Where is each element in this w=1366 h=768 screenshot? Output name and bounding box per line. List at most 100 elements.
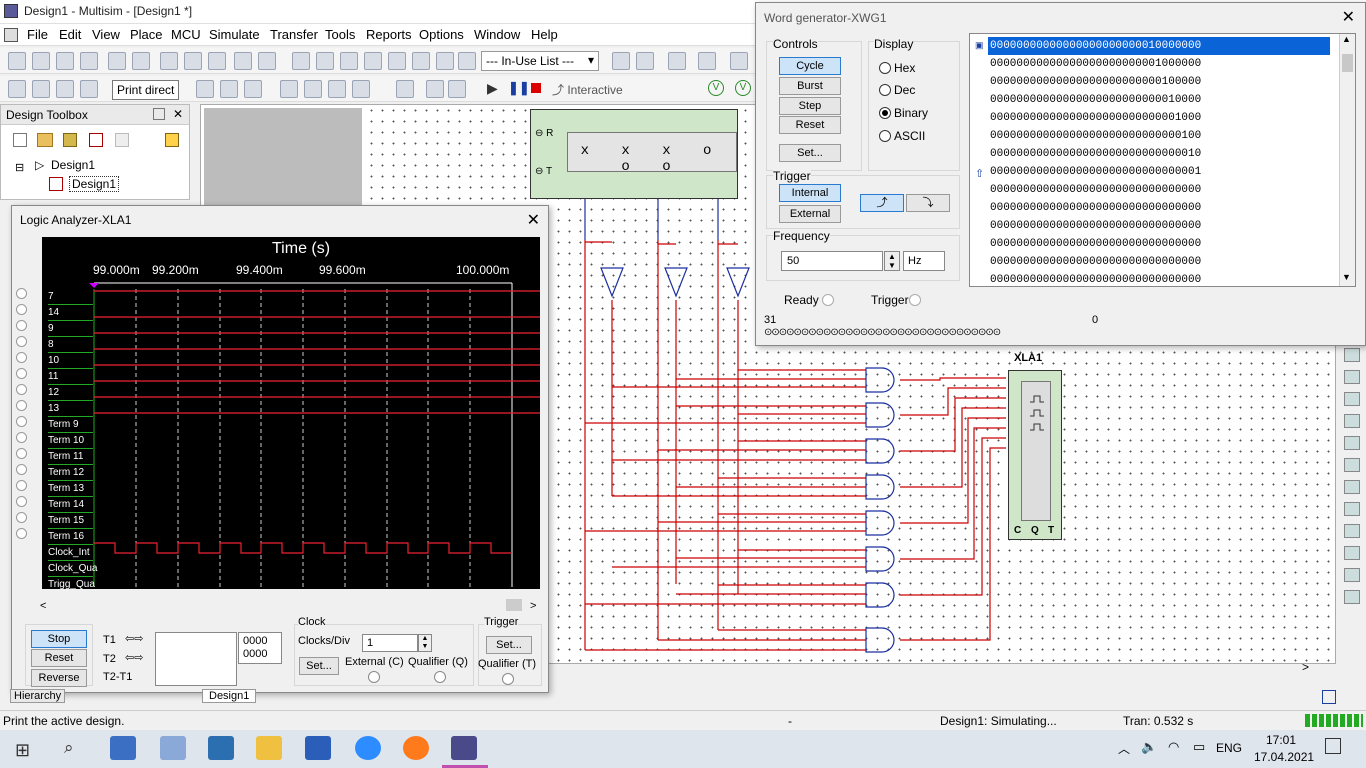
battery-icon[interactable]: ▭ bbox=[1193, 739, 1205, 755]
channel-radio[interactable] bbox=[16, 352, 27, 363]
menu-transfer[interactable]: Transfer bbox=[270, 27, 318, 42]
zoom-icon[interactable] bbox=[355, 736, 381, 760]
falling-edge-icon[interactable]: ⤵ bbox=[906, 194, 950, 212]
word-row[interactable]: 00000000000000000000000000010000 bbox=[990, 91, 1201, 109]
t2-arrows-icon[interactable]: ⇦⇨ bbox=[125, 651, 143, 664]
menu-reports[interactable]: Reports bbox=[366, 27, 412, 42]
frequency-spinner-icon[interactable]: ▲ ▼ bbox=[884, 251, 900, 271]
electromech-icon[interactable] bbox=[352, 80, 370, 98]
indicator-icon[interactable] bbox=[280, 80, 298, 98]
database-icon[interactable] bbox=[340, 52, 358, 70]
frequency-counter-icon[interactable] bbox=[1344, 480, 1360, 494]
multisim-taskbar-icon[interactable] bbox=[451, 736, 477, 760]
logic-analyzer-symbol[interactable]: C Q T bbox=[1008, 370, 1062, 540]
firefox-icon[interactable] bbox=[403, 736, 429, 760]
word-row[interactable]: 00000000000000000000000000000000 bbox=[990, 217, 1201, 235]
save-design-icon[interactable] bbox=[63, 133, 77, 147]
dec-radio[interactable] bbox=[879, 84, 891, 96]
multimeter-icon[interactable] bbox=[1344, 348, 1360, 362]
menu-place[interactable]: Place bbox=[130, 27, 163, 42]
wire-icon[interactable] bbox=[8, 80, 26, 98]
pause-icon[interactable]: ❚❚ bbox=[508, 80, 530, 96]
binary-radio[interactable] bbox=[879, 107, 891, 119]
copy-icon[interactable] bbox=[184, 52, 202, 70]
bus-connector-icon[interactable] bbox=[448, 80, 466, 98]
logic-analyzer-close-icon[interactable]: ✕ bbox=[527, 210, 540, 230]
notifications-icon[interactable] bbox=[1325, 738, 1341, 754]
rising-edge-icon[interactable]: ⤴ bbox=[860, 194, 904, 212]
ttl-icon[interactable] bbox=[220, 80, 238, 98]
channel-radio[interactable] bbox=[16, 368, 27, 379]
internal-button[interactable]: Internal bbox=[779, 184, 841, 202]
word-row[interactable]: 00000000000000000000000000000000 bbox=[990, 199, 1201, 217]
word-row[interactable]: 00000000000000000000000000000000 bbox=[990, 271, 1201, 286]
reset-la-button[interactable]: Reset bbox=[31, 649, 87, 667]
file-explorer-icon[interactable] bbox=[256, 736, 282, 760]
new-design-icon[interactable] bbox=[13, 133, 27, 147]
toggle-toolbox-icon[interactable] bbox=[292, 52, 310, 70]
channel-radio[interactable] bbox=[16, 528, 27, 539]
menu-edit[interactable]: Edit bbox=[59, 27, 81, 42]
word-list[interactable]: ▣ ⇧ 00000000000000000000000010000000 000… bbox=[969, 33, 1356, 287]
undo-icon[interactable] bbox=[234, 52, 252, 70]
power-icon[interactable] bbox=[304, 80, 322, 98]
word-row[interactable]: 00000000000000000000000000000000 bbox=[990, 253, 1201, 271]
redo-icon[interactable] bbox=[258, 52, 276, 70]
word-row[interactable]: 00000000000000000000000010000000 bbox=[988, 37, 1330, 55]
channel-radio[interactable] bbox=[16, 400, 27, 411]
settings-icon[interactable] bbox=[165, 133, 179, 147]
grapher-icon[interactable] bbox=[364, 52, 382, 70]
run-icon[interactable]: ▶ bbox=[487, 80, 498, 97]
word-row[interactable]: 00000000000000000000000000000100 bbox=[990, 127, 1201, 145]
tab-hierarchy[interactable]: Hierarchy bbox=[10, 689, 66, 703]
reverse-button[interactable]: Reverse bbox=[31, 669, 87, 687]
distortion-analyzer-icon[interactable] bbox=[1344, 568, 1360, 582]
logic-analyzer-screen[interactable]: Time (s) 99.000m 99.200m 99.400m 99.600m… bbox=[42, 237, 540, 590]
horizontal-scroll-thumb[interactable] bbox=[506, 599, 522, 611]
word-list-scrollbar[interactable]: ▲ ▼ bbox=[1339, 34, 1355, 286]
volume-icon[interactable]: 🔈 bbox=[1141, 739, 1157, 755]
new-icon[interactable] bbox=[8, 52, 26, 70]
cut-icon[interactable] bbox=[160, 52, 178, 70]
channel-radio[interactable] bbox=[16, 448, 27, 459]
word-row[interactable]: 00000000000000000000000000000000 bbox=[990, 235, 1201, 253]
word-generator-symbol[interactable]: ⊖ R ⊖ T x x x o o o bbox=[530, 109, 738, 199]
channel-radio[interactable] bbox=[16, 320, 27, 331]
word-row[interactable]: 00000000000000000000000000000001 bbox=[990, 163, 1201, 181]
cmos-icon[interactable] bbox=[244, 80, 262, 98]
open-design-icon[interactable] bbox=[37, 133, 53, 147]
scroll-right-la-icon[interactable]: > bbox=[530, 600, 536, 612]
word-row[interactable]: 00000000000000000000000000100000 bbox=[990, 73, 1201, 91]
channel-radio[interactable] bbox=[16, 512, 27, 523]
spreadsheet-icon[interactable] bbox=[316, 52, 334, 70]
connector-icon[interactable] bbox=[396, 80, 414, 98]
forward-annotate-icon[interactable] bbox=[668, 52, 686, 70]
spreadsheet-view-icon[interactable] bbox=[1322, 690, 1336, 704]
calculator-icon[interactable] bbox=[208, 736, 234, 760]
transfer-icon[interactable] bbox=[698, 52, 716, 70]
language-indicator[interactable]: ENG bbox=[1216, 741, 1242, 755]
word-row[interactable]: 00000000000000000000000001000000 bbox=[990, 55, 1201, 73]
paste-icon[interactable] bbox=[208, 52, 226, 70]
frequency-unit-select[interactable]: Hz bbox=[903, 251, 945, 271]
menu-window[interactable]: Window bbox=[474, 27, 520, 42]
print-preview-icon[interactable] bbox=[132, 52, 150, 70]
scroll-left-icon[interactable]: < bbox=[40, 600, 46, 612]
channel-radio[interactable] bbox=[16, 336, 27, 347]
menu-file[interactable]: File bbox=[27, 27, 48, 42]
wattmeter-icon[interactable] bbox=[1344, 392, 1360, 406]
hex-radio[interactable] bbox=[879, 62, 891, 74]
external-c-radio[interactable] bbox=[368, 671, 380, 683]
basic-icon[interactable] bbox=[80, 80, 98, 98]
frequency-input[interactable]: 50 bbox=[781, 251, 883, 271]
clock-time[interactable]: 17:01 bbox=[1266, 733, 1296, 747]
cycle-button[interactable]: Cycle bbox=[779, 57, 841, 75]
show-hidden-icons-icon[interactable]: ︿ bbox=[1118, 740, 1130, 757]
set-button[interactable]: Set... bbox=[779, 144, 841, 162]
channel-radio[interactable] bbox=[16, 304, 27, 315]
wifi-icon[interactable]: ◠ bbox=[1168, 739, 1179, 755]
trigger-set-button[interactable]: Set... bbox=[486, 636, 532, 654]
scroll-up-icon[interactable]: ▲ bbox=[1342, 34, 1351, 44]
tree-child-label[interactable]: Design1 bbox=[69, 176, 120, 192]
step-button[interactable]: Step bbox=[779, 97, 841, 115]
